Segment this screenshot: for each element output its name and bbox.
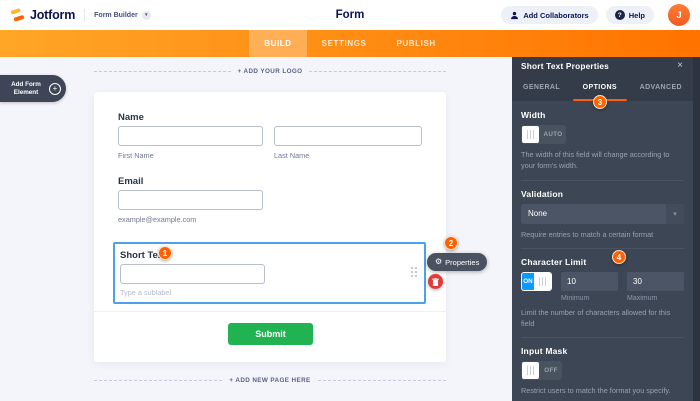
- delete-field-button[interactable]: [428, 274, 443, 289]
- add-collaborators-label: Add Collaborators: [523, 10, 589, 20]
- last-name-input[interactable]: [274, 126, 422, 146]
- step-badge-2: 2: [444, 236, 458, 250]
- trash-icon: [432, 277, 439, 286]
- short-text-input[interactable]: [120, 264, 265, 284]
- form-card: Name First Name Last Name Email example@…: [94, 92, 446, 362]
- panel-tab-general[interactable]: GENERAL: [523, 75, 560, 101]
- form-builder-app: Jotform Form Builder ▾ Form Add Collabor…: [0, 0, 700, 401]
- add-new-page-dropzone[interactable]: + ADD NEW PAGE HERE: [94, 377, 446, 384]
- last-name-sublabel: Last Name: [274, 151, 310, 160]
- header-divider: [84, 8, 86, 22]
- page-title: Form: [335, 9, 365, 21]
- section-divider: [521, 247, 684, 249]
- character-limit-description: Limit the number of characters allowed f…: [521, 307, 671, 329]
- close-icon[interactable]: ×: [677, 60, 683, 71]
- add-form-element-label: Add Form Element: [11, 80, 41, 96]
- jotform-logo-text[interactable]: Jotform: [30, 8, 75, 22]
- properties-button-label: Properties: [445, 257, 480, 267]
- first-name-sublabel: First Name: [118, 151, 154, 160]
- character-limit-section-label: Character Limit: [521, 256, 587, 267]
- add-form-element-button[interactable]: Add Form Element +: [0, 75, 66, 102]
- step-badge-1: 1: [158, 246, 172, 260]
- maximum-input[interactable]: [627, 271, 684, 291]
- tab-settings[interactable]: SETTINGS: [307, 30, 382, 57]
- input-mask-description-1: Restrict users to match the format you s…: [521, 386, 671, 396]
- person-icon: [511, 11, 519, 19]
- validation-dropdown[interactable]: None ▾: [521, 203, 684, 224]
- tab-publish[interactable]: PUBLISH: [381, 30, 450, 57]
- step-badge-4: 4: [612, 250, 626, 264]
- top-header: Jotform Form Builder ▾ Form Add Collabor…: [0, 0, 700, 30]
- panel-scrollbar[interactable]: [693, 56, 700, 401]
- width-section-label: Width: [521, 110, 546, 120]
- validation-section-label: Validation: [521, 188, 564, 199]
- properties-panel: Short Text Properties × GENERAL OPTIONS …: [512, 56, 700, 401]
- panel-tab-advanced[interactable]: ADVANCED: [640, 75, 682, 101]
- submit-button[interactable]: Submit: [228, 323, 313, 345]
- dashed-line: [94, 380, 223, 381]
- toggle-knob: [522, 126, 539, 143]
- width-toggle-value: AUTO: [543, 131, 563, 138]
- header-actions: Add Collaborators ? Help J: [501, 4, 690, 26]
- width-description: The width of this field will change acco…: [521, 150, 670, 171]
- name-field-label[interactable]: Name: [118, 112, 144, 123]
- product-switcher[interactable]: Form Builder ▾: [94, 10, 151, 20]
- panel-title: Short Text Properties: [521, 60, 609, 71]
- input-mask-toggle[interactable]: OFF: [521, 361, 562, 381]
- validation-description: Require entries to match a certain forma…: [521, 229, 654, 239]
- section-divider: [521, 179, 684, 181]
- minimum-label: Minimum: [561, 294, 590, 302]
- width-auto-toggle[interactable]: AUTO: [521, 125, 566, 144]
- gear-icon: ⚙: [435, 257, 443, 266]
- panel-body: Width AUTO The width of this field will …: [512, 101, 693, 401]
- email-sublabel: example@example.com: [118, 215, 197, 224]
- add-page-label: + ADD NEW PAGE HERE: [229, 377, 311, 384]
- drag-handle-icon[interactable]: [411, 267, 419, 279]
- chevron-down-icon: ▾: [141, 10, 151, 20]
- help-label: Help: [628, 10, 645, 20]
- character-limit-toggle[interactable]: ON: [521, 271, 552, 291]
- first-name-input[interactable]: [118, 126, 263, 146]
- builder-nav: BUILD SETTINGS PUBLISH: [0, 30, 700, 57]
- input-mask-toggle-value: OFF: [544, 367, 558, 375]
- toggle-knob: [522, 362, 539, 380]
- product-label: Form Builder: [94, 11, 138, 19]
- maximum-label: Maximum: [627, 294, 658, 302]
- character-limit-controls: ON Minimum Maximum: [521, 271, 684, 302]
- dashed-line: [317, 380, 446, 381]
- short-text-sublabel[interactable]: Type a sublabel: [120, 288, 171, 297]
- toggle-knob: [534, 272, 551, 290]
- jotform-logo-icon[interactable]: [10, 8, 25, 23]
- properties-button[interactable]: ⚙ Properties: [427, 253, 488, 271]
- card-divider: [94, 311, 446, 312]
- avatar[interactable]: J: [668, 4, 690, 26]
- add-logo-dropzone[interactable]: + ADD YOUR LOGO: [94, 68, 447, 75]
- help-button[interactable]: ? Help: [605, 6, 654, 24]
- tab-build[interactable]: BUILD: [249, 30, 307, 57]
- email-input[interactable]: [118, 190, 263, 210]
- step-badge-3: 3: [593, 95, 607, 109]
- chevron-down-icon: ▾: [666, 203, 684, 224]
- plus-icon: +: [49, 82, 61, 95]
- character-limit-toggle-value: ON: [523, 277, 533, 285]
- section-divider: [521, 337, 684, 339]
- add-logo-label: + ADD YOUR LOGO: [237, 68, 303, 75]
- input-mask-section-label: Input Mask: [521, 346, 568, 357]
- minimum-input[interactable]: [561, 271, 618, 291]
- validation-selected-value: None: [528, 208, 548, 218]
- form-canvas: Add Form Element + + ADD YOUR LOGO Name …: [0, 57, 512, 401]
- dashed-line: [94, 71, 231, 72]
- dashed-line: [309, 71, 447, 72]
- panel-header: Short Text Properties ×: [512, 56, 700, 75]
- add-collaborators-button[interactable]: Add Collaborators: [501, 6, 598, 24]
- question-icon: ?: [614, 10, 625, 20]
- email-field-label[interactable]: Email: [118, 176, 143, 187]
